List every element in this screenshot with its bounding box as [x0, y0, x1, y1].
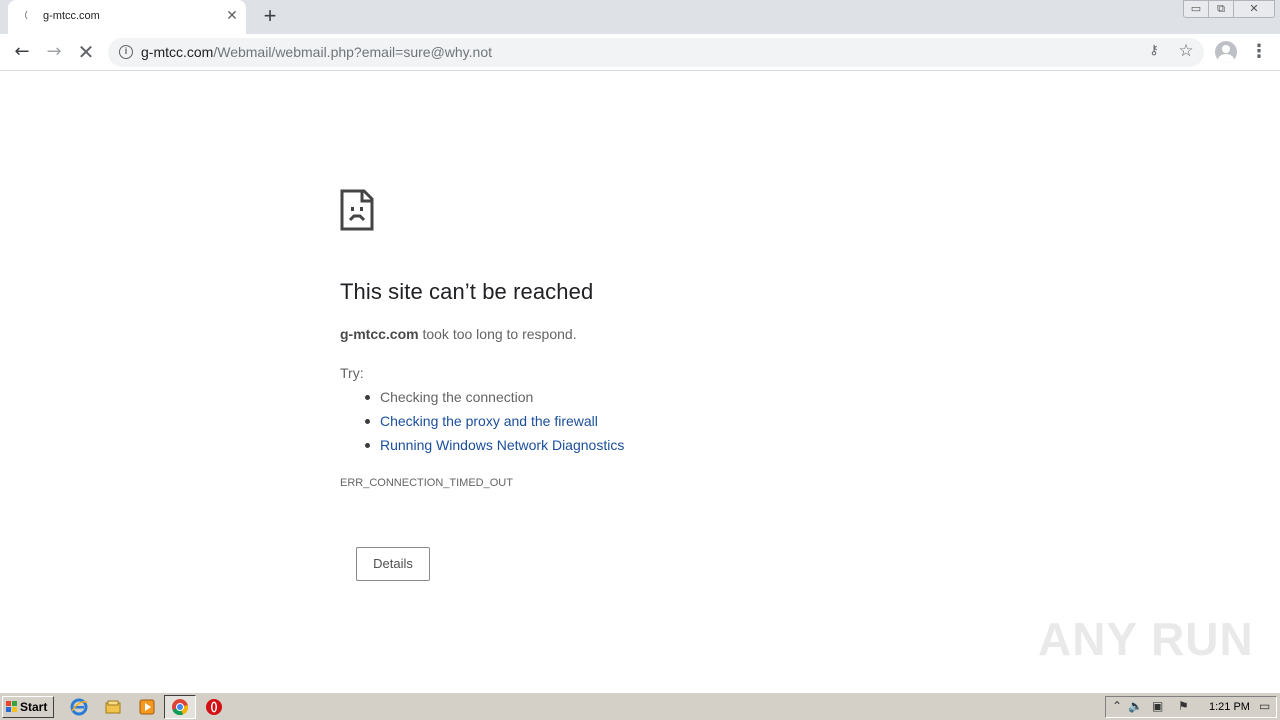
suggestion-item: Running Windows Network Diagnostics: [364, 437, 624, 461]
system-tray: ⌃ 🔈 ▣ ⚑ ▭: [1105, 696, 1277, 718]
sad-page-icon: [340, 189, 374, 231]
tab-close-icon[interactable]: ✕: [224, 7, 240, 25]
media-player-icon[interactable]: [138, 698, 156, 716]
network-icon[interactable]: ▣: [1152, 699, 1163, 713]
url-host: g-mtcc.com: [141, 44, 214, 60]
stop-loading-button[interactable]: ✕: [74, 40, 98, 64]
show-desktop-icon[interactable]: ▭: [1259, 699, 1270, 713]
start-button[interactable]: Start: [2, 696, 54, 718]
suggestion-network-diagnostics-link[interactable]: Running Windows Network Diagnostics: [380, 437, 624, 453]
maximize-button[interactable]: ⧉: [1208, 0, 1234, 18]
browser-toolbar: ← → ✕ i g-mtcc.com/Webmail/webmail.php?e…: [0, 34, 1280, 71]
key-icon[interactable]: ⚷: [1145, 43, 1163, 61]
ie-icon[interactable]: [70, 698, 88, 716]
error-code: ERR_CONNECTION_TIMED_OUT: [340, 477, 513, 489]
profile-avatar-icon[interactable]: [1215, 41, 1237, 63]
anyrun-watermark: ANY RUN: [1038, 613, 1254, 665]
details-button[interactable]: Details: [356, 547, 430, 581]
suggestion-check-connection: Checking the connection: [380, 389, 534, 405]
action-center-flag-icon[interactable]: ⚑: [1178, 699, 1189, 713]
error-title: This site can’t be reached: [340, 279, 594, 304]
suggestion-item: Checking the connection: [364, 389, 624, 413]
address-bar[interactable]: i g-mtcc.com/Webmail/webmail.php?email=s…: [108, 38, 1204, 67]
minimize-button[interactable]: ▭: [1183, 0, 1209, 18]
browser-menu-icon[interactable]: ⋮: [1250, 40, 1268, 64]
volume-icon[interactable]: 🔈: [1128, 699, 1143, 713]
loading-spinner-icon: [25, 9, 37, 21]
tray-expand-icon[interactable]: ⌃: [1112, 699, 1122, 713]
forward-button[interactable]: →: [42, 40, 66, 64]
url-text[interactable]: g-mtcc.com/Webmail/webmail.php?email=sur…: [141, 44, 492, 60]
bookmark-star-icon[interactable]: ☆: [1176, 41, 1196, 61]
error-host: g-mtcc.com: [340, 326, 419, 342]
suggestion-proxy-firewall-link[interactable]: Checking the proxy and the firewall: [380, 413, 598, 429]
url-path: /Webmail/webmail.php?email=sure@why.not: [213, 44, 492, 60]
start-label: Start: [20, 700, 48, 714]
windows-flag-icon: [6, 701, 17, 712]
suggestion-item: Checking the proxy and the firewall: [364, 413, 624, 437]
close-window-button[interactable]: ✕: [1233, 0, 1275, 18]
taskbar: Start ⌃ 🔈 ▣ ⚑ ▭ 1:21 PM: [0, 692, 1280, 720]
taskbar-clock[interactable]: 1:21 PM: [1209, 701, 1250, 713]
site-info-icon[interactable]: i: [119, 45, 133, 59]
back-button[interactable]: ←: [10, 40, 34, 64]
tab-strip: g-mtcc.com ✕ + ▭ ⧉ ✕: [0, 0, 1280, 34]
browser-tab[interactable]: g-mtcc.com ✕: [8, 0, 246, 34]
tab-title: g-mtcc.com: [43, 10, 100, 22]
suggestion-list: Checking the connection Checking the pro…: [364, 389, 624, 461]
error-description: g-mtcc.com took too long to respond.: [340, 326, 577, 342]
chrome-icon: [172, 699, 189, 716]
opera-icon[interactable]: [205, 698, 223, 716]
explorer-icon[interactable]: [104, 698, 122, 716]
try-label: Try:: [340, 365, 364, 381]
error-message: took too long to respond.: [418, 326, 577, 342]
new-tab-button[interactable]: +: [258, 4, 282, 28]
